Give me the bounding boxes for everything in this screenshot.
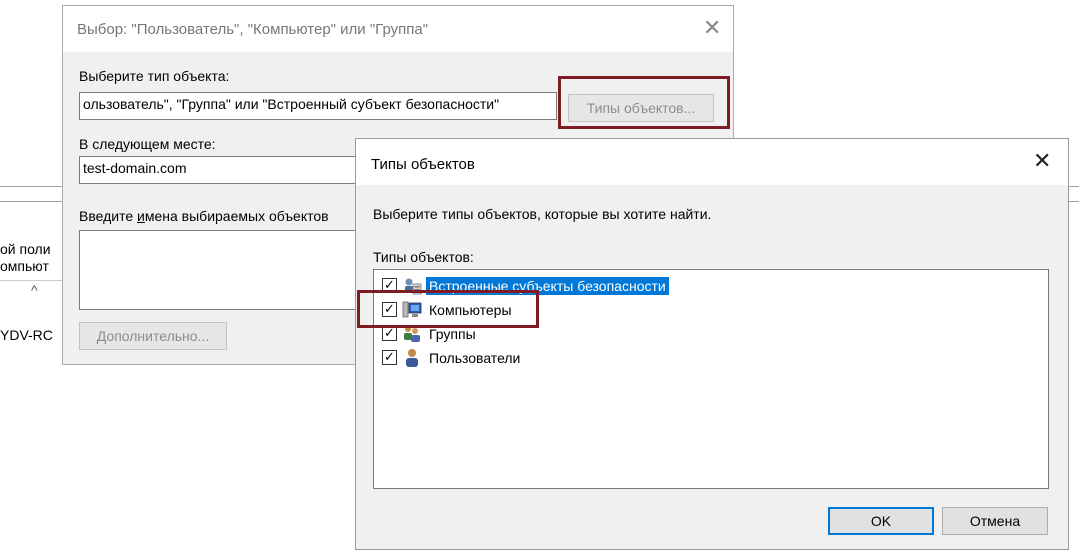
computer-icon: [402, 300, 422, 320]
close-icon[interactable]: ✕: [703, 18, 721, 40]
background-divider: [0, 201, 62, 202]
background-divider: [0, 280, 62, 281]
dialog-titlebar: Выбор: "Пользователь", "Компьютер" или "…: [63, 6, 733, 52]
item-label: Пользователи: [429, 350, 521, 366]
dialog-title: Типы объектов: [371, 156, 475, 173]
background-divider: [1069, 201, 1079, 202]
user-icon: [402, 348, 422, 368]
description-text: Выберите типы объектов, которые вы хотит…: [373, 206, 712, 222]
background-column-text: ой поли: [0, 241, 51, 257]
background-column-text: омпьют: [0, 258, 49, 274]
object-types-list[interactable]: ✓ Встроенные субъекты безопасности ✓ Ком…: [373, 269, 1049, 489]
cancel-button[interactable]: Отмена: [942, 507, 1048, 535]
item-label: Группы: [429, 326, 476, 342]
background-divider: [0, 186, 62, 187]
checkbox[interactable]: ✓: [382, 350, 397, 365]
group-icon: [402, 324, 422, 344]
security-principal-icon: [402, 276, 422, 296]
item-label: Компьютеры: [429, 302, 512, 318]
ok-button[interactable]: OK: [828, 507, 934, 535]
object-type-label: Выберите тип объекта:: [79, 68, 230, 84]
location-field: test-domain.com: [79, 156, 379, 184]
object-types-dialog: Типы объектов ✕ Выберите типы объектов, …: [355, 138, 1069, 550]
object-names-label: Введите имена выбираемых объектов: [79, 208, 329, 224]
background-server-text: YDV-RC: [0, 327, 53, 343]
item-label: Встроенные субъекты безопасности: [426, 277, 669, 295]
object-types-button[interactable]: Типы объектов...: [568, 94, 714, 122]
dialog-titlebar: Типы объектов ✕: [356, 139, 1068, 185]
checkbox[interactable]: ✓: [382, 302, 397, 317]
close-icon[interactable]: ✕: [1033, 151, 1051, 173]
location-label: В следующем месте:: [79, 136, 216, 152]
advanced-button[interactable]: Дополнительно...: [79, 322, 227, 350]
checkbox[interactable]: ✓: [382, 326, 397, 341]
object-names-input[interactable]: [79, 230, 379, 310]
dialog-title: Выбор: "Пользователь", "Компьютер" или "…: [77, 21, 429, 38]
object-types-list-label: Типы объектов:: [373, 249, 474, 265]
background-divider: [1069, 186, 1079, 187]
sort-caret-icon[interactable]: ^: [31, 282, 38, 298]
object-type-field: ользователь", "Группа" или "Встроенный с…: [79, 92, 557, 120]
checkbox[interactable]: ✓: [382, 278, 397, 293]
